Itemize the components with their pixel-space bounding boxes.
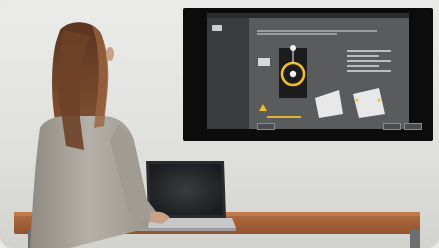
photo-card bbox=[0, 0, 439, 248]
bullet-line bbox=[347, 50, 391, 52]
diagram-monitor-2 bbox=[353, 88, 385, 118]
cancel-button[interactable] bbox=[404, 123, 422, 130]
diagram-monitor-1 bbox=[315, 90, 343, 118]
bullet-line bbox=[347, 60, 391, 62]
instruction-bullets bbox=[347, 50, 391, 75]
bullet-line bbox=[347, 70, 391, 72]
wizard-content bbox=[253, 18, 409, 129]
app-logo bbox=[212, 25, 222, 31]
device-thumbnail bbox=[258, 58, 270, 66]
monitor-screen bbox=[207, 13, 422, 130]
warning-note bbox=[267, 116, 301, 118]
back-button[interactable] bbox=[257, 123, 275, 130]
bullet-line bbox=[347, 65, 379, 67]
wizard-sidebar bbox=[207, 18, 249, 129]
warning-icon bbox=[259, 104, 267, 111]
wall-monitor bbox=[183, 8, 433, 141]
next-button[interactable] bbox=[383, 123, 401, 130]
bullet-line bbox=[347, 55, 379, 57]
puck-icon bbox=[289, 70, 297, 78]
